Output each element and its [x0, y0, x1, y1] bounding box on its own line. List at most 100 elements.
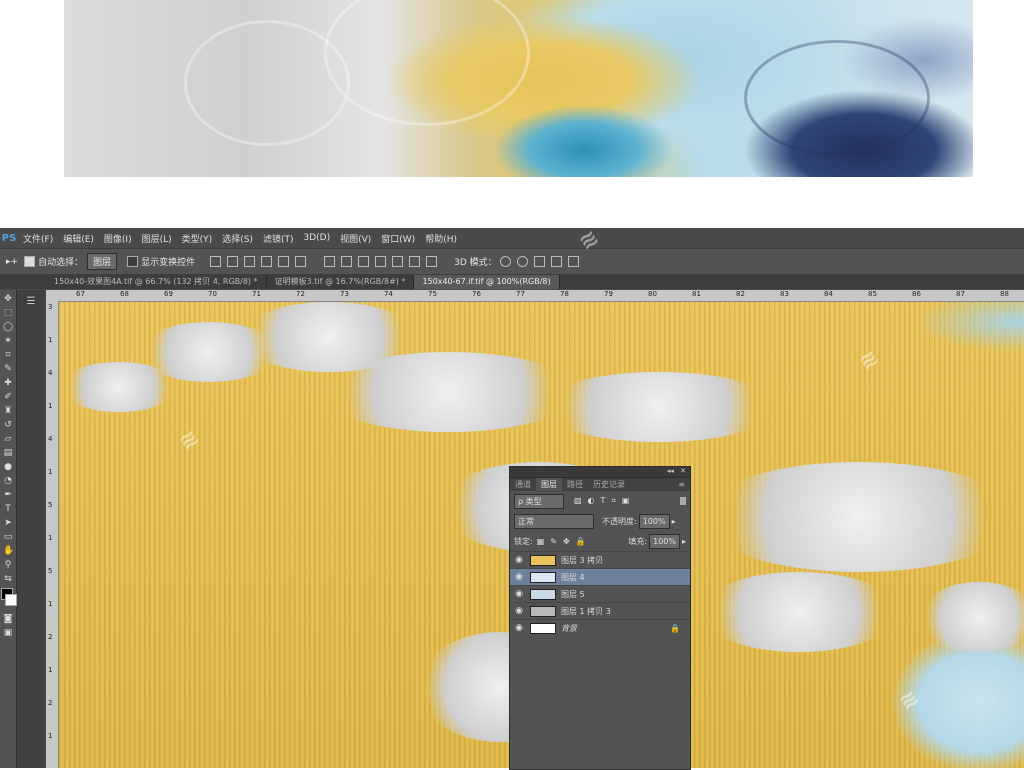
distribute-hcenter-icon[interactable] — [392, 256, 404, 267]
ruler-tick-label: 1 — [48, 534, 53, 542]
blur-tool-icon[interactable]: ● — [3, 462, 13, 472]
opacity-input[interactable]: 100% — [638, 513, 670, 529]
layer-name: 图层 3 拷贝 — [561, 555, 604, 565]
lock-icon: 🔒 — [670, 623, 680, 633]
quick-mask-icon[interactable]: ◙ — [3, 614, 13, 624]
filter-icons[interactable]: ▨◐T⌗▣ — [574, 496, 636, 506]
type-tool-icon[interactable]: T — [3, 504, 13, 514]
magic-wand-tool-icon[interactable]: ✶ — [3, 336, 13, 346]
panel-menu-icon[interactable]: ≡ — [673, 478, 690, 491]
distribute-vcenter-icon[interactable] — [341, 256, 353, 267]
menu-3d[interactable]: 3D(D) — [298, 233, 335, 243]
shape-tool-icon[interactable]: ▭ — [3, 532, 13, 542]
menu-type[interactable]: 类型(Y) — [177, 232, 218, 245]
brush-tool-icon[interactable]: ✐ — [3, 392, 13, 402]
distribute-bottom-icon[interactable] — [358, 256, 370, 267]
lasso-tool-icon[interactable]: ◯ — [3, 322, 13, 332]
align-right-icon[interactable] — [295, 256, 307, 267]
screen-mode-icon[interactable]: ▣ — [3, 628, 13, 638]
visibility-eye-icon[interactable]: ◉ — [510, 572, 528, 582]
layer-filter-dropdown[interactable]: ρ 类型 — [514, 493, 564, 509]
lock-icons[interactable]: ▦✎✥🔒 — [537, 537, 592, 546]
distribute-left-icon[interactable] — [375, 256, 387, 267]
auto-align-icon[interactable] — [426, 256, 438, 267]
brush-preset-icon[interactable]: ☰ — [17, 296, 45, 307]
menu-view[interactable]: 视图(V) — [335, 232, 376, 245]
menu-edit[interactable]: 编辑(E) — [58, 232, 99, 245]
layer-row[interactable]: ◉ 图层 5 — [510, 585, 690, 602]
auto-select-checkbox[interactable] — [24, 256, 36, 267]
ruler-tick-label: 85 — [868, 290, 877, 298]
align-left-icon[interactable] — [261, 256, 273, 267]
align-top-icon[interactable] — [210, 256, 222, 267]
opacity-arrow-icon[interactable]: ▸ — [672, 517, 676, 526]
layer-row[interactable]: ◉ 背景 🔒 — [510, 619, 690, 636]
move-tool-icon[interactable]: ✥ — [3, 294, 13, 304]
layer-name: 背景 — [561, 623, 577, 633]
visibility-eye-icon[interactable]: ◉ — [510, 555, 528, 565]
3d-pan-icon[interactable] — [533, 256, 545, 267]
color-swatches[interactable] — [0, 588, 17, 610]
tab-history[interactable]: 历史记录 — [588, 478, 630, 491]
visibility-eye-icon[interactable]: ◉ — [510, 606, 528, 616]
horizontal-ruler[interactable]: 67 68 69 70 71 72 73 74 75 76 77 78 79 80 81 82 83 84 85 86… — [46, 290, 1024, 302]
menu-window[interactable]: 窗口(W) — [376, 232, 420, 245]
visibility-eye-icon[interactable]: ◉ — [510, 623, 528, 633]
fill-arrow-icon[interactable]: ▸ — [682, 537, 686, 546]
marquee-tool-icon[interactable]: ⬚ — [3, 308, 13, 318]
stamp-tool-icon[interactable]: ♜ — [3, 406, 13, 416]
distribute-right-icon[interactable] — [409, 256, 421, 267]
swap-colors-icon[interactable]: ⇆ — [3, 574, 13, 584]
layer-row[interactable]: ◉ 图层 3 拷贝 — [510, 551, 690, 568]
history-brush-tool-icon[interactable]: ↺ — [3, 420, 13, 430]
3d-scale-icon[interactable] — [567, 256, 579, 267]
layer-row[interactable]: ◉ 图层 1 拷贝 3 — [510, 602, 690, 619]
menu-select[interactable]: 选择(S) — [217, 232, 258, 245]
tab-paths[interactable]: 路径 — [562, 478, 588, 491]
3d-roll-icon[interactable] — [516, 256, 528, 267]
align-hcenter-icon[interactable] — [278, 256, 290, 267]
blend-mode-dropdown[interactable]: 正常 — [514, 513, 594, 529]
menu-filter[interactable]: 滤镜(T) — [258, 232, 299, 245]
ruler-tick-label: 1 — [48, 402, 53, 410]
dodge-tool-icon[interactable]: ◔ — [3, 476, 13, 486]
show-transform-checkbox[interactable] — [127, 256, 139, 267]
layer-name: 图层 5 — [561, 589, 585, 599]
crop-tool-icon[interactable]: ⌗ — [3, 350, 13, 360]
fill-input[interactable]: 100% — [649, 533, 680, 549]
eyedropper-tool-icon[interactable]: ✎ — [3, 364, 13, 374]
move-tool-icon[interactable]: ▸+ — [6, 257, 18, 267]
document-tab-3[interactable]: 150x40-67.if.tif @ 100%(RGB/8) — [414, 275, 560, 289]
align-bottom-icon[interactable] — [244, 256, 256, 267]
eraser-tool-icon[interactable]: ▱ — [3, 434, 13, 444]
gradient-tool-icon[interactable]: ▤ — [3, 448, 13, 458]
close-panel-icon[interactable]: ✕ — [680, 467, 686, 475]
filter-toggle[interactable] — [680, 497, 686, 505]
3d-rotate-icon[interactable] — [499, 256, 511, 267]
healing-tool-icon[interactable]: ✚ — [3, 378, 13, 388]
distribute-top-icon[interactable] — [324, 256, 336, 267]
layer-row[interactable]: ◉ 图层 4 — [510, 568, 690, 585]
ruler-tick-label: 76 — [472, 290, 481, 298]
menu-layer[interactable]: 图层(L) — [137, 232, 177, 245]
zoom-tool-icon[interactable]: ⚲ — [3, 560, 13, 570]
align-vcenter-icon[interactable] — [227, 256, 239, 267]
vertical-ruler[interactable]: 3 1 4 1 4 1 5 1 5 1 2 1 2 1 — [46, 301, 59, 768]
pen-tool-icon[interactable]: ✒ — [3, 490, 13, 500]
hand-tool-icon[interactable]: ✋ — [3, 546, 14, 556]
document-tab-1[interactable]: 150x40-效果图4A.tif @ 66.7% (132 拷贝 4, RGB/… — [46, 275, 267, 289]
auto-select-dropdown[interactable]: 图层 — [87, 253, 118, 270]
visibility-eye-icon[interactable]: ◉ — [510, 589, 528, 599]
lock-label: 锁定: — [514, 536, 533, 546]
menu-image[interactable]: 图像(I) — [99, 232, 137, 245]
background-color[interactable] — [5, 594, 17, 606]
tab-layers[interactable]: 图层 — [536, 478, 562, 491]
3d-slide-icon[interactable] — [550, 256, 562, 267]
path-select-tool-icon[interactable]: ➤ — [3, 518, 13, 528]
document-tab-2[interactable]: 证明模板3.tif @ 16.7%(RGB/8#) * — [267, 275, 415, 289]
tab-channels[interactable]: 通道 — [510, 478, 536, 491]
menu-file[interactable]: 文件(F) — [18, 232, 58, 245]
ruler-tick-label: 1 — [48, 336, 53, 344]
collapse-icon[interactable]: ◂◂ — [667, 467, 674, 475]
menu-help[interactable]: 帮助(H) — [420, 232, 462, 245]
